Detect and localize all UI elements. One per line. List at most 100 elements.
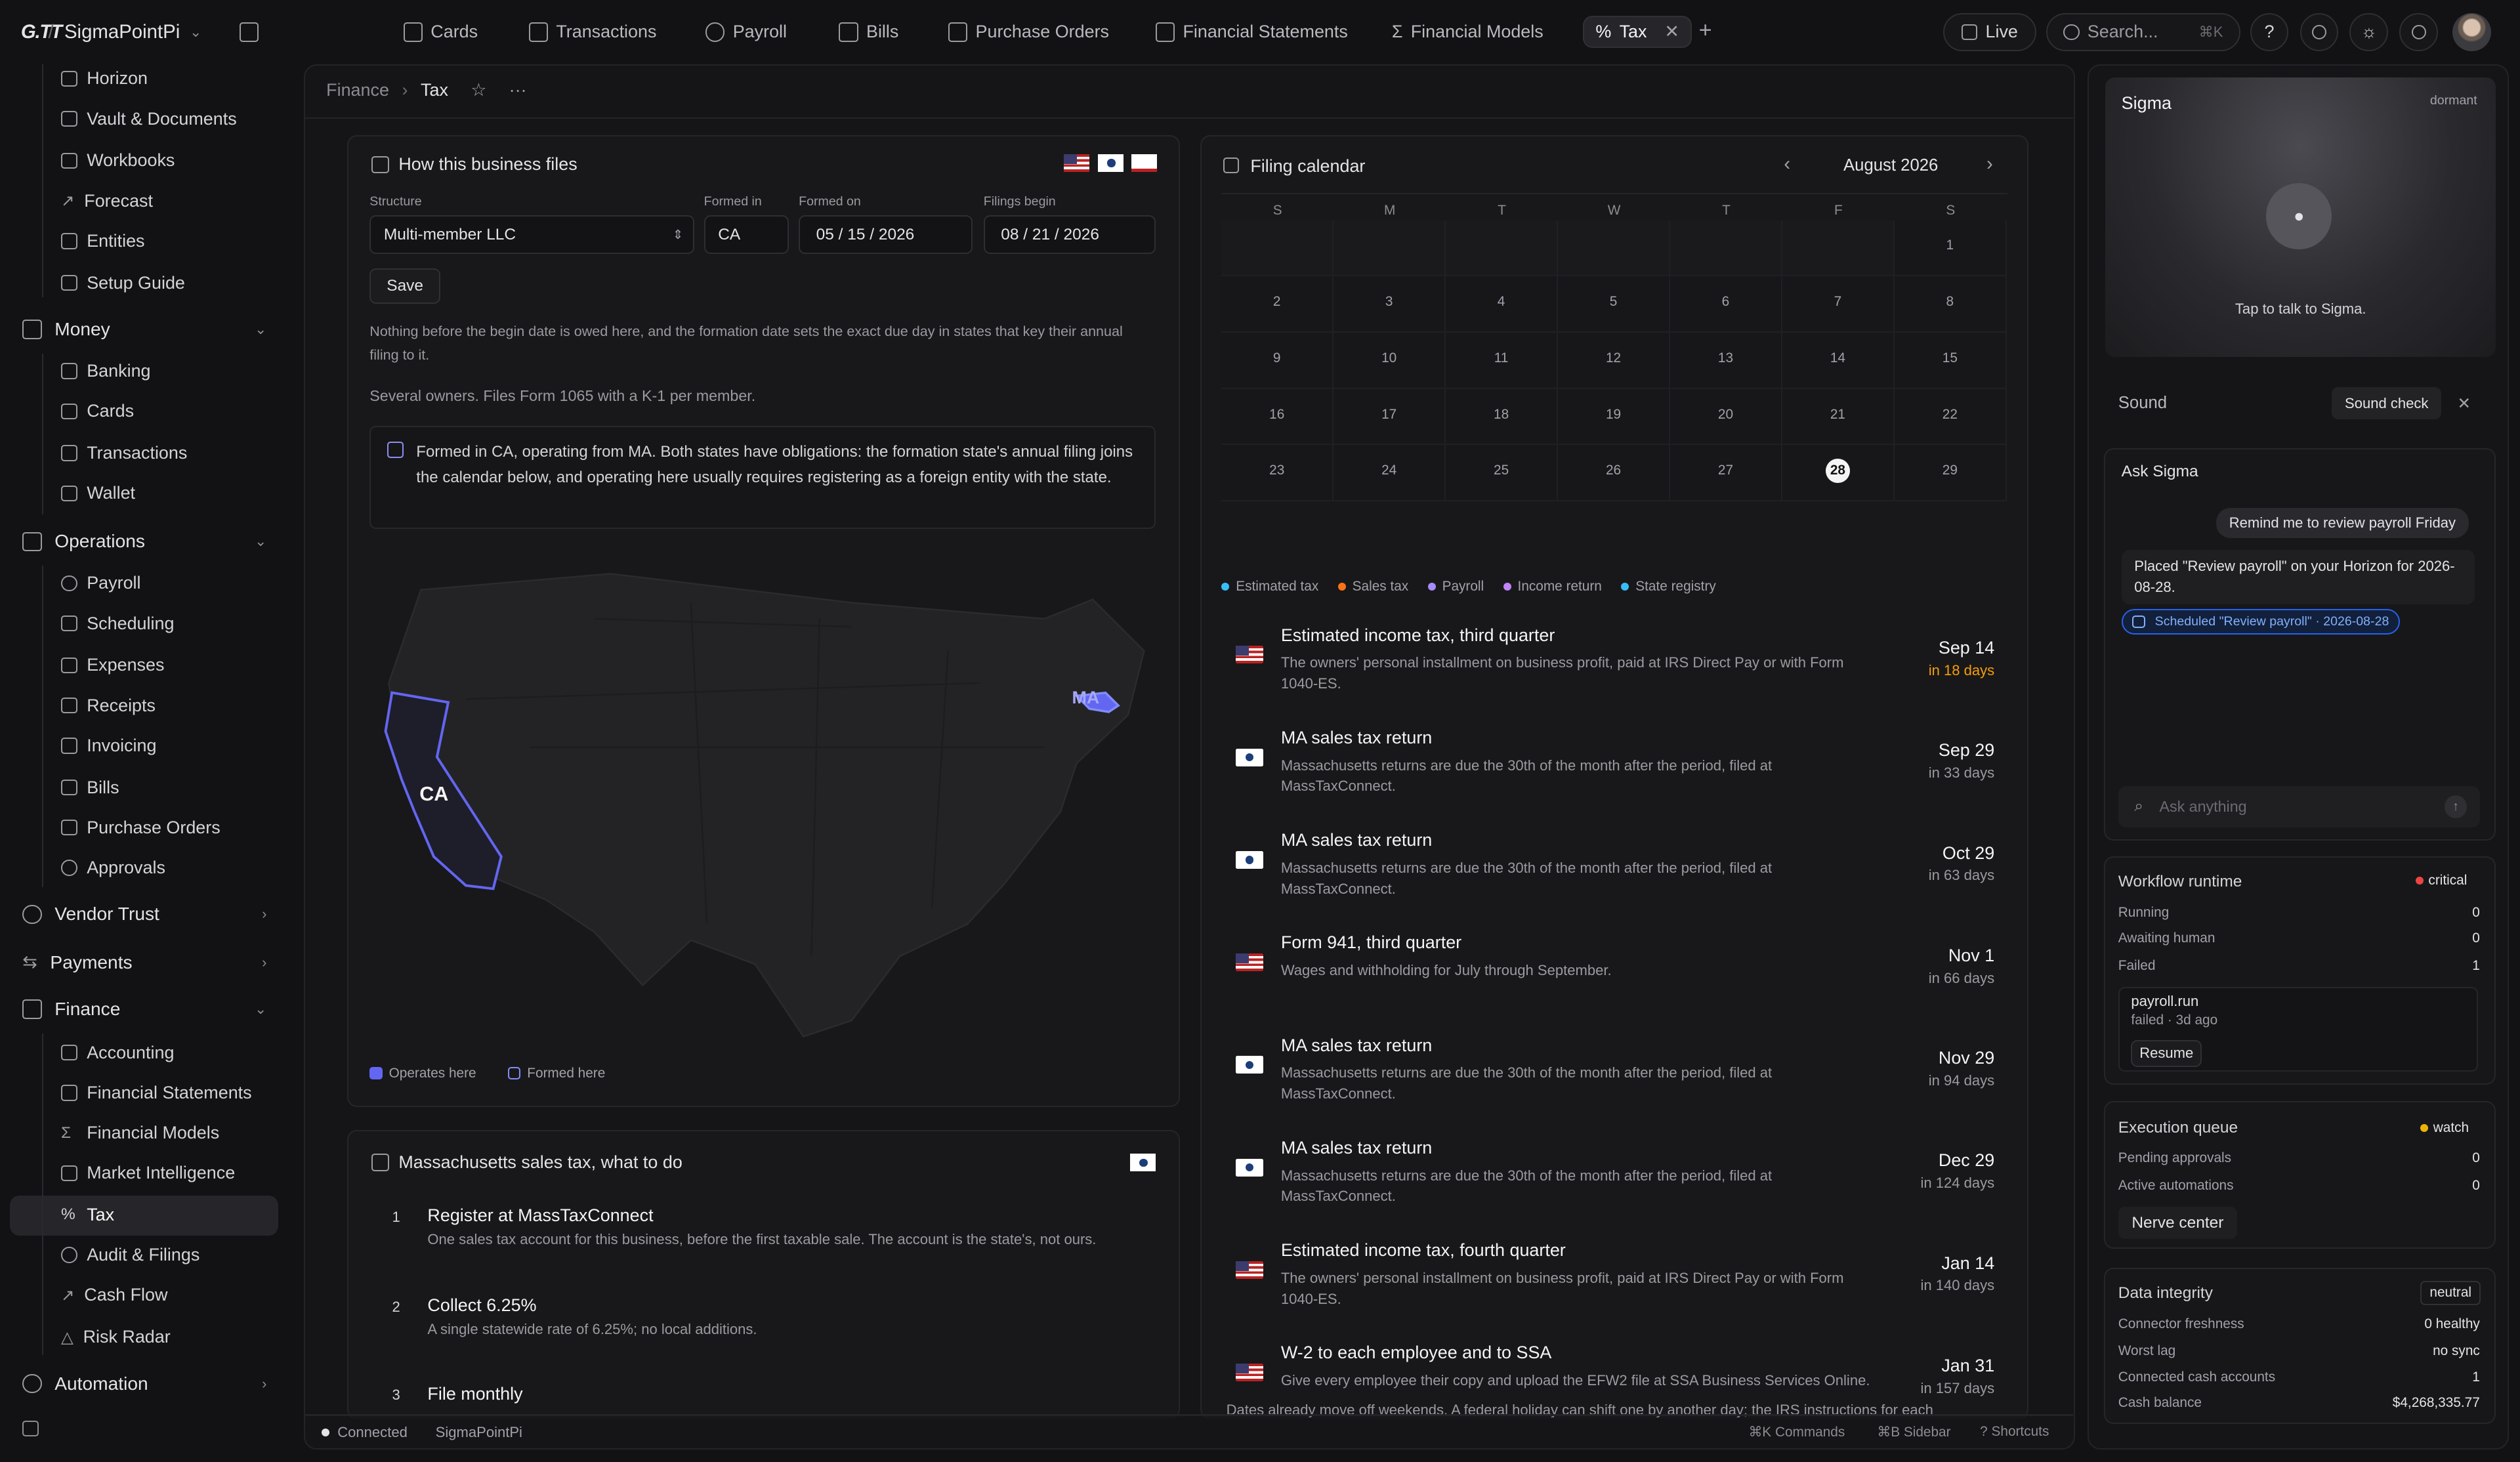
filings-begin-input[interactable]: 08 / 21 / 2026 [983,215,1156,254]
sidebar-item-cards[interactable]: Cards [61,395,134,427]
tab-purchase-orders[interactable]: Purchase Orders [948,16,1109,48]
calendar-day[interactable]: 25 [1446,445,1559,502]
deadline-item[interactable]: Form 941, third quarter Wages and withhol… [1236,932,1994,1035]
calendar-day[interactable]: 16 [1221,388,1334,446]
compose-icon[interactable] [239,22,259,42]
calendar-day[interactable]: 20 [1670,388,1782,446]
calendar-day[interactable]: 27 [1670,445,1782,502]
sidebar-item-purchase-orders[interactable]: Purchase Orders [61,812,220,844]
deadline-item[interactable]: MA sales tax return Massachusetts returns… [1236,1138,1994,1241]
sidebar-item-entities[interactable]: Entities [61,225,145,257]
calendar-day[interactable]: 17 [1334,388,1446,446]
sound-check-button[interactable]: Sound check [2332,387,2442,420]
add-tab-icon[interactable]: + [1699,18,1712,43]
tab-bills[interactable]: Bills [839,16,898,48]
deadline-item[interactable]: Estimated income tax, fourth quarter The … [1236,1240,1994,1343]
sidebar-item-invoicing[interactable]: Invoicing [61,730,156,762]
sidebar-item-scheduling[interactable]: Scheduling [61,608,174,640]
sidebar-item-payroll[interactable]: Payroll [61,567,141,599]
sidebar-item-banking[interactable]: Banking [61,355,151,387]
avatar[interactable] [2452,12,2491,52]
close-icon[interactable]: ✕ [1664,22,1679,42]
tab-transactions[interactable]: Transactions [528,16,656,48]
calendar-day[interactable]: 7 [1782,276,1895,333]
tab-tax[interactable]: % Tax ✕ [1583,16,1692,49]
sidebar-item-audit[interactable]: Audit & Filings [61,1239,200,1271]
calendar-day[interactable]: 29 [1894,445,2007,502]
sidebar-item-market-intelligence[interactable]: Market Intelligence [61,1157,235,1189]
calendar-day[interactable]: 21 [1782,388,1895,446]
tab-financial-statements[interactable]: Financial Statements [1155,16,1348,48]
calendar-day[interactable]: 3 [1334,276,1446,333]
microphone-icon[interactable]: ● [2266,183,2332,249]
sidebar-group-vendor-trust[interactable]: Vendor Trust › [22,897,267,932]
nerve-center-button[interactable]: Nerve center [2118,1207,2237,1240]
calendar-day[interactable]: 4 [1446,276,1559,333]
sidebar-item-tax[interactable]: % Tax [61,1199,114,1231]
tab-payroll[interactable]: Payroll [705,16,787,48]
structure-select[interactable]: Multi-member LLC ⇕ [369,215,694,254]
next-month-icon[interactable]: › [1986,153,1993,175]
calendar-day[interactable]: 1 [1894,220,2007,277]
org-selector[interactable]: SigmaPointPi ⌄ [64,21,202,43]
sidebar-item-expenses[interactable]: Expenses [61,649,164,681]
deadline-item[interactable]: MA sales tax return Massachusetts returns… [1236,728,1994,831]
sidebar-item-approvals[interactable]: Approvals [61,852,165,884]
save-button[interactable]: Save [369,268,441,304]
sidebar-item-risk-radar[interactable]: △ Risk Radar [61,1321,171,1353]
calendar-day[interactable]: 28 [1782,445,1895,502]
close-icon[interactable]: ✕ [2458,394,2471,413]
live-button[interactable]: Live [1942,12,2036,52]
sidebar-item-financial-statements[interactable]: Financial Statements [61,1077,252,1109]
sidebar-item-bills[interactable]: Bills [61,772,119,804]
resume-button[interactable]: Resume [2131,1039,2202,1068]
sidebar-item-wallet[interactable]: Wallet [61,477,135,509]
scheduled-chip[interactable]: Scheduled "Review payroll" · 2026-08-28 [2121,609,2401,635]
sidebar-group-operations[interactable]: Operations ⌄ [22,524,267,559]
shortcut-commands[interactable]: ⌘K Commands [1749,1424,1845,1440]
breadcrumb-parent[interactable]: Finance [326,80,389,100]
app-logo[interactable]: G.TT [21,21,62,43]
bell-icon[interactable] [2300,12,2339,52]
prev-month-icon[interactable]: ‹ [1784,153,1790,175]
help-icon[interactable]: ? [2250,12,2289,52]
sidebar-item-forecast[interactable]: ↗ Forecast [61,185,153,217]
star-icon[interactable]: ☆ [471,80,486,100]
sidebar-item-cash-flow[interactable]: ↗ Cash Flow [61,1279,167,1311]
calendar-day[interactable]: 18 [1446,388,1559,446]
sidebar-item-accounting[interactable]: Accounting [61,1037,174,1069]
sidebar-item-vault[interactable]: Vault & Documents [61,103,237,135]
calendar-day[interactable]: 15 [1894,332,2007,389]
send-icon[interactable]: ↑ [2444,795,2468,818]
calendar-day[interactable]: 13 [1670,332,1782,389]
calendar-day[interactable]: 24 [1334,445,1446,502]
formed-in-input[interactable]: CA [704,215,789,254]
shortcut-sidebar[interactable]: ⌘B Sidebar [1877,1424,1950,1440]
calendar-day[interactable]: 9 [1221,332,1334,389]
search-input[interactable]: Search... ⌘K [2046,12,2240,52]
calendar-day[interactable]: 5 [1558,276,1670,333]
sidebar-group-automation[interactable]: Automation › [22,1366,267,1402]
sidebar-group-payments[interactable]: ⇆ Payments › [22,945,266,980]
deadline-item[interactable]: MA sales tax return Massachusetts returns… [1236,830,1994,933]
ask-input[interactable]: ⌕ Ask anything ↑ [2118,785,2480,828]
calendar-day[interactable]: 23 [1221,445,1334,502]
sidebar-item-receipts[interactable]: Receipts [61,690,156,722]
sidebar-toggle-icon[interactable] [22,1420,39,1437]
calendar-day[interactable]: 11 [1446,332,1559,389]
more-icon[interactable]: ··· [509,80,527,100]
sidebar-group-finance[interactable]: Finance ⌄ [22,992,267,1027]
calendar-day[interactable]: 6 [1670,276,1782,333]
sidebar-group-money[interactable]: Money ⌄ [22,312,267,347]
calendar-day[interactable]: 19 [1558,388,1670,446]
calendar-day[interactable]: 8 [1894,276,2007,333]
sidebar-item-transactions[interactable]: Transactions [61,437,187,469]
tab-cards[interactable]: Cards [403,16,478,48]
calendar-day[interactable]: 22 [1894,388,2007,446]
attach-icon[interactable]: ⌕ [2134,797,2143,816]
calendar-day[interactable]: 26 [1558,445,1670,502]
formed-on-input[interactable]: 05 / 15 / 2026 [799,215,973,254]
sidebar-item-horizon[interactable]: Horizon [61,63,148,95]
deadline-item[interactable]: MA sales tax return Massachusetts returns… [1236,1035,1994,1138]
calendar-day[interactable]: 2 [1221,276,1334,333]
